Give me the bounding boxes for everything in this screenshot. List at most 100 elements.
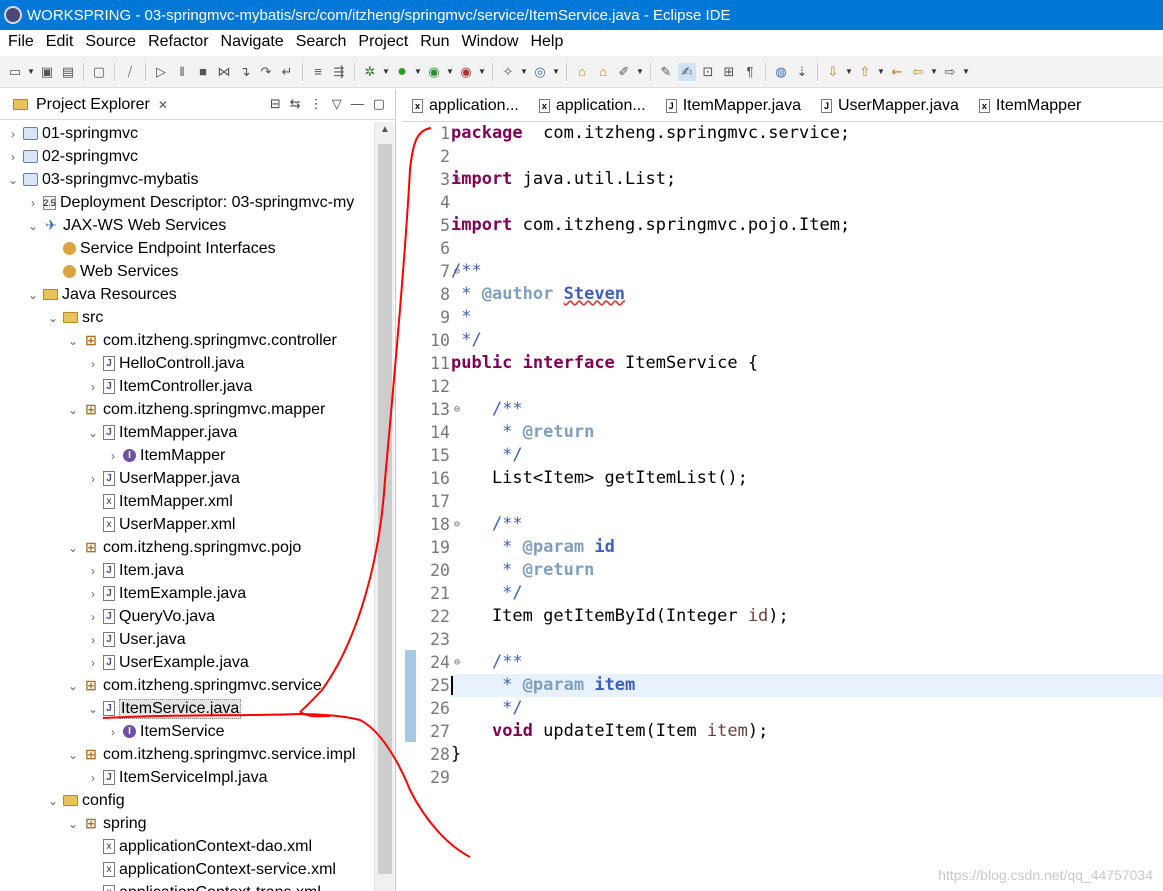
expanded-chevron-icon[interactable]: ⌄ [66, 748, 80, 762]
expanded-chevron-icon[interactable]: ⌄ [66, 817, 80, 831]
collapsed-chevron-icon[interactable]: › [86, 564, 100, 578]
external-tools-icon[interactable]: ◉ [457, 63, 475, 81]
project-explorer-tab[interactable]: Project Explorer ✕ [6, 93, 172, 116]
collapsed-chevron-icon[interactable]: › [86, 587, 100, 601]
previous-annotation-dropdown-icon[interactable]: ▼ [877, 67, 885, 76]
expanded-chevron-icon[interactable]: ⌄ [66, 334, 80, 348]
code-line[interactable]: */ [451, 697, 850, 720]
tree-item[interactable]: › 2.5 Deployment Descriptor: 03-springmvc-… [0, 191, 354, 214]
code-line[interactable] [451, 628, 850, 651]
scrollbar-thumb[interactable] [378, 144, 392, 874]
toggle-block-selection-icon[interactable]: ⊡ [699, 63, 717, 81]
collapsed-chevron-icon[interactable]: › [86, 771, 100, 785]
run-last-tool-dropdown-icon[interactable]: ▼ [446, 67, 454, 76]
tree-item[interactable]: ⌄ config [0, 789, 125, 812]
menu-project[interactable]: Project [352, 33, 414, 51]
tree-item[interactable]: ⌄ ⊞ spring [0, 812, 147, 835]
collapsed-chevron-icon[interactable]: › [86, 357, 100, 371]
code-line[interactable]: package com.itzheng.springmvc.service; [451, 122, 850, 145]
tree-item[interactable]: › J ItemExample.java [0, 582, 246, 605]
code-line[interactable]: import java.util.List; [451, 168, 850, 191]
scroll-up-arrow-icon[interactable]: ▲ [375, 124, 395, 135]
code-line[interactable]: * @param item [451, 674, 1163, 697]
tree-item[interactable]: › 01-springmvc [0, 122, 138, 145]
code-line[interactable]: */ [451, 444, 850, 467]
back-icon[interactable]: ⇦ [909, 63, 927, 81]
close-tab-icon[interactable]: ✕ [158, 98, 168, 112]
code-line[interactable] [451, 237, 850, 260]
link-with-editor-icon[interactable]: ⇆ [290, 96, 301, 112]
collapsed-chevron-icon[interactable]: › [6, 127, 20, 141]
code-line[interactable]: * @param id [451, 536, 850, 559]
tree-item[interactable]: ⌄ ⊞ com.itzheng.springmvc.service.impl [0, 743, 356, 766]
step-over-icon[interactable]: ↷ [257, 63, 275, 81]
tree-item[interactable]: ⌄ J ItemService.java [0, 697, 242, 720]
collapsed-chevron-icon[interactable]: › [86, 610, 100, 624]
tree-item[interactable]: › J UserExample.java [0, 651, 249, 674]
open-type-icon[interactable]: ⌂ [573, 63, 591, 81]
code-line[interactable] [451, 145, 850, 168]
tree-item[interactable]: x applicationContext-trans.xml [0, 881, 321, 891]
tree-item[interactable]: ⌄ J ItemMapper.java [0, 421, 237, 444]
use-step-filters-icon[interactable]: ⇶ [330, 63, 348, 81]
new-class-icon[interactable]: ◎ [531, 63, 549, 81]
forward-dropdown-icon[interactable]: ▼ [962, 67, 970, 76]
debug-dropdown-icon[interactable]: ▼ [382, 67, 390, 76]
forward-icon[interactable]: ⇨ [941, 63, 959, 81]
new-java-project-dropdown-icon[interactable]: ▼ [520, 67, 528, 76]
expanded-chevron-icon[interactable]: ⌄ [26, 219, 40, 233]
previous-annotation-icon[interactable]: ⇧ [856, 63, 874, 81]
code-line[interactable]: */ [451, 329, 850, 352]
menu-run[interactable]: Run [414, 33, 455, 51]
terminal-icon[interactable]: ▢ [90, 63, 108, 81]
tree-item[interactable]: › J ItemServiceImpl.java [0, 766, 268, 789]
code-line[interactable]: * [451, 306, 850, 329]
code-line[interactable] [451, 766, 850, 789]
code-line[interactable]: * @return [451, 421, 850, 444]
code-line[interactable] [451, 191, 850, 214]
menu-window[interactable]: Window [456, 33, 525, 51]
collapsed-chevron-icon[interactable]: › [26, 196, 40, 210]
run-last-tool-icon[interactable]: ◉ [425, 63, 443, 81]
tree-item[interactable]: x ItemMapper.xml [0, 490, 233, 513]
tree-item[interactable]: ⌄ ⊞ com.itzheng.springmvc.mapper [0, 398, 325, 421]
code-line[interactable]: } [451, 743, 850, 766]
toggle-mark-occurrences-icon[interactable]: ✎ [657, 63, 675, 81]
menu-refactor[interactable]: Refactor [142, 33, 214, 51]
new-dropdown-icon[interactable]: ▼ [27, 67, 35, 76]
expanded-chevron-icon[interactable]: ⌄ [66, 403, 80, 417]
collapsed-chevron-icon[interactable]: › [106, 449, 120, 463]
tree-item[interactable]: › I ItemService [0, 720, 224, 743]
code-line[interactable] [451, 490, 850, 513]
step-into-icon[interactable]: ↴ [236, 63, 254, 81]
tree-item[interactable]: x applicationContext-service.xml [0, 858, 336, 881]
tree-item[interactable]: › J Item.java [0, 559, 184, 582]
collapsed-chevron-icon[interactable]: › [86, 656, 100, 670]
collapsed-chevron-icon[interactable]: › [86, 472, 100, 486]
resume-icon[interactable]: ▷ [152, 63, 170, 81]
run-icon[interactable]: ● [393, 63, 411, 81]
source-code[interactable]: package com.itzheng.springmvc.service; im… [451, 122, 1163, 789]
terminate-icon[interactable]: ■ [194, 63, 212, 81]
expanded-chevron-icon[interactable]: ⌄ [66, 679, 80, 693]
code-line[interactable]: void updateItem(Item item); [451, 720, 850, 743]
filters-icon[interactable]: ⋮ [310, 96, 323, 112]
collapsed-chevron-icon[interactable]: › [86, 633, 100, 647]
collapse-all-icon[interactable]: ⊟ [270, 96, 281, 112]
project-explorer-scrollbar[interactable]: ▲ [374, 122, 394, 891]
disconnect-icon[interactable]: ⋈ [215, 63, 233, 81]
toggle-breadcrumb-icon[interactable]: ⊞ [720, 63, 738, 81]
next-annotation-icon[interactable]: ⇣ [793, 63, 811, 81]
expanded-chevron-icon[interactable]: ⌄ [26, 288, 40, 302]
code-line[interactable]: */ [451, 582, 850, 605]
code-line[interactable]: /** [451, 513, 850, 536]
editor-tab[interactable]: x ItemMapper [969, 97, 1091, 121]
minimize-icon[interactable]: — [351, 96, 364, 112]
search-icon[interactable]: ✐ [615, 63, 633, 81]
expanded-chevron-icon[interactable]: ⌄ [86, 426, 100, 440]
save-all-icon[interactable]: ▤ [59, 63, 77, 81]
expanded-chevron-icon[interactable]: ⌄ [66, 541, 80, 555]
tree-item[interactable]: › J QueryVo.java [0, 605, 215, 628]
skip-breakpoints-icon[interactable]: ⧸ [121, 63, 139, 81]
menu-help[interactable]: Help [524, 33, 569, 51]
